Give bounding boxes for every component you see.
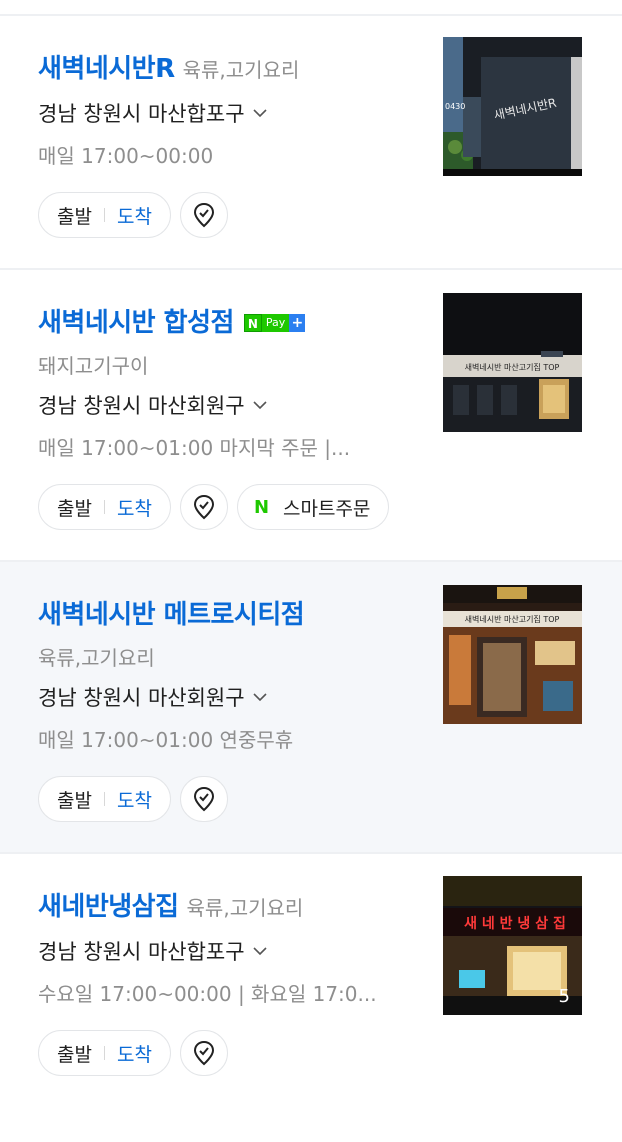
arrive-button[interactable]: 도착 bbox=[117, 202, 152, 229]
place-thumbnail[interactable]: 새벽네시반R 0430 bbox=[443, 37, 582, 176]
place-thumbnail[interactable]: 새벽네시반 마산고기집 TOP bbox=[443, 585, 582, 724]
result-card[interactable]: 새벽네시반 합성점 N Pay + 돼지고기구이 경남 창원시 마산회원구 매일… bbox=[0, 270, 622, 561]
title-line: 새네반냉삼집 육류,고기요리 bbox=[38, 886, 303, 923]
business-hours: 매일 17:00~01:00 연중무휴 bbox=[38, 728, 294, 752]
place-category: 육류,고기요리 bbox=[38, 646, 155, 670]
storefront-photo: 새벽네시반R 0430 bbox=[443, 37, 582, 176]
place-category: 돼지고기구이 bbox=[38, 354, 149, 378]
chevron-down-icon bbox=[252, 693, 267, 702]
thumbnail-sign-text: 새벽네시반 마산고기집 TOP bbox=[465, 362, 560, 372]
smart-order-button[interactable]: N 스마트주문 bbox=[236, 484, 390, 530]
start-button[interactable]: 출발 bbox=[57, 202, 92, 229]
naver-n-icon: N bbox=[253, 496, 270, 518]
map-pin-button[interactable] bbox=[179, 1030, 228, 1076]
route-button[interactable]: 출발 도착 bbox=[38, 776, 171, 822]
storefront-photo: 새벽네시반 마산고기집 TOP bbox=[443, 585, 582, 724]
thumbnail-sign-text: 새 네 반 냉 삼 집 bbox=[464, 915, 566, 932]
map-pin-icon bbox=[193, 1040, 214, 1066]
arrive-button[interactable]: 도착 bbox=[117, 786, 152, 813]
smart-order-label: 스마트주문 bbox=[283, 497, 371, 520]
chevron-down-icon bbox=[252, 947, 267, 956]
map-pin-icon bbox=[193, 494, 214, 520]
start-button[interactable]: 출발 bbox=[57, 1040, 92, 1067]
photo-count: 5 bbox=[558, 986, 570, 1007]
address-text: 경남 창원시 마산회원구 bbox=[38, 394, 245, 418]
map-pin-button[interactable] bbox=[179, 192, 228, 238]
address-toggle[interactable]: 경남 창원시 마산회원구 bbox=[38, 682, 267, 712]
place-name-link[interactable]: 새벽네시반 합성점 bbox=[38, 302, 234, 339]
chevron-down-icon bbox=[252, 109, 267, 118]
npay-badge: N Pay + bbox=[243, 314, 306, 332]
map-pin-icon bbox=[193, 786, 214, 812]
map-pin-button[interactable] bbox=[179, 484, 228, 530]
storefront-photo: 새벽네시반 마산고기집 TOP bbox=[443, 293, 582, 432]
title-line: 새벽네시반 메트로시티점 bbox=[38, 594, 305, 631]
arrive-button[interactable]: 도착 bbox=[117, 1040, 152, 1067]
place-category: 육류,고기요리 bbox=[186, 896, 304, 920]
thumbnail-number-text: 0430 bbox=[445, 102, 465, 111]
divider bbox=[103, 500, 105, 514]
business-hours: 매일 17:00~00:00 bbox=[38, 144, 214, 168]
divider bbox=[103, 208, 105, 222]
result-card[interactable]: 새벽네시반R 육류,고기요리 경남 창원시 마산합포구 매일 17:00~00:… bbox=[0, 16, 622, 269]
place-name-link[interactable]: 새벽네시반 메트로시티점 bbox=[38, 594, 305, 631]
place-thumbnail[interactable]: 새벽네시반 마산고기집 TOP bbox=[443, 293, 582, 432]
title-line: 새벽네시반 합성점 N Pay + bbox=[38, 302, 306, 339]
address-toggle[interactable]: 경남 창원시 마산합포구 bbox=[38, 936, 267, 966]
result-card[interactable]: 새네반냉삼집 육류,고기요리 경남 창원시 마산합포구 수요일 17:00~00… bbox=[0, 854, 622, 1142]
route-button[interactable]: 출발 도착 bbox=[38, 192, 171, 238]
divider bbox=[103, 792, 105, 806]
naver-n-icon: N bbox=[243, 314, 262, 332]
address-text: 경남 창원시 마산회원구 bbox=[38, 686, 245, 710]
place-name-link[interactable]: 새벽네시반R bbox=[38, 48, 175, 85]
place-name-link[interactable]: 새네반냉삼집 bbox=[38, 886, 179, 923]
business-hours: 매일 17:00~01:00 마지막 주문 |... bbox=[38, 436, 351, 460]
route-button[interactable]: 출발 도착 bbox=[38, 1030, 171, 1076]
address-toggle[interactable]: 경남 창원시 마산합포구 bbox=[38, 98, 267, 128]
plus-icon: + bbox=[289, 314, 306, 332]
thumbnail-sign-text: 새벽네시반 마산고기집 TOP bbox=[465, 614, 560, 624]
action-buttons: 출발 도착 N 스마트주문 bbox=[38, 484, 390, 530]
start-button[interactable]: 출발 bbox=[57, 786, 92, 813]
action-buttons: 출발 도착 bbox=[38, 1030, 228, 1076]
place-category: 육류,고기요리 bbox=[182, 58, 300, 82]
action-buttons: 출발 도착 bbox=[38, 192, 228, 238]
place-thumbnail[interactable]: 새 네 반 냉 삼 집 5 bbox=[443, 876, 582, 1015]
title-line: 새벽네시반R 육류,고기요리 bbox=[38, 48, 299, 85]
result-card[interactable]: 새벽네시반 메트로시티점 육류,고기요리 경남 창원시 마산회원구 매일 17:… bbox=[0, 562, 622, 853]
address-toggle[interactable]: 경남 창원시 마산회원구 bbox=[38, 390, 267, 420]
divider bbox=[103, 1046, 105, 1060]
arrive-button[interactable]: 도착 bbox=[117, 494, 152, 521]
business-hours: 수요일 17:00~00:00 | 화요일 17:0... bbox=[38, 982, 377, 1006]
map-pin-icon bbox=[193, 202, 214, 228]
route-button[interactable]: 출발 도착 bbox=[38, 484, 171, 530]
map-pin-button[interactable] bbox=[179, 776, 228, 822]
address-text: 경남 창원시 마산합포구 bbox=[38, 102, 245, 126]
action-buttons: 출발 도착 bbox=[38, 776, 228, 822]
pay-label: Pay bbox=[261, 314, 290, 332]
chevron-down-icon bbox=[252, 401, 267, 410]
address-text: 경남 창원시 마산합포구 bbox=[38, 940, 245, 964]
start-button[interactable]: 출발 bbox=[57, 494, 92, 521]
